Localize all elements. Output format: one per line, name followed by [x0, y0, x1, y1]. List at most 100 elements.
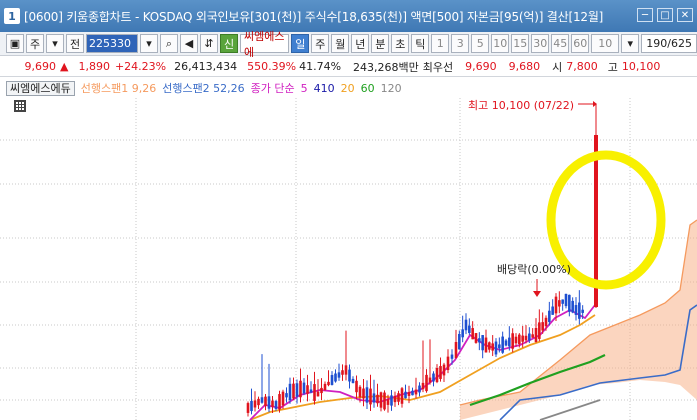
- ma120-line: [539, 399, 601, 420]
- candle-body: [571, 300, 574, 313]
- candle-body: [474, 333, 478, 343]
- candle-body: [407, 392, 411, 396]
- candle-body: [528, 333, 531, 341]
- candle-body: [450, 354, 454, 359]
- candle-body: [548, 310, 551, 322]
- candle-body: [508, 337, 511, 347]
- candle-body: [446, 356, 450, 371]
- candle-body: [281, 391, 285, 406]
- candle-body: [488, 342, 491, 350]
- candle-body: [439, 366, 442, 379]
- candle-body: [404, 391, 407, 399]
- candle-body: [337, 372, 341, 378]
- candle-body: [432, 373, 435, 382]
- candle-body: [464, 319, 468, 331]
- candle-body: [288, 383, 292, 401]
- candle-body: [390, 395, 393, 406]
- candle-body: [271, 400, 274, 407]
- candle-body: [355, 380, 358, 393]
- candle-body: [302, 382, 306, 394]
- candle-body: [504, 340, 508, 346]
- candle-body: [383, 392, 386, 410]
- candle-body: [327, 381, 330, 386]
- candle-body: [425, 374, 428, 392]
- candle-body: [267, 396, 271, 409]
- candle-body: [564, 293, 568, 307]
- candle-body: [260, 397, 264, 403]
- candle-body: [428, 377, 432, 383]
- candle-body: [274, 401, 278, 409]
- candle-body: [414, 389, 418, 395]
- candle-body: [309, 389, 313, 393]
- candle-body: [306, 385, 309, 394]
- candle-body: [561, 299, 564, 304]
- candle-body: [521, 335, 524, 342]
- candle-body: [568, 294, 571, 312]
- candle-body: [246, 403, 250, 413]
- candle-body: [418, 385, 421, 393]
- candle-body: [484, 337, 488, 353]
- candle-body: [518, 334, 521, 345]
- candle-body: [323, 383, 327, 391]
- candle-body: [411, 390, 414, 396]
- candle-body: [494, 341, 498, 355]
- candle-body: [334, 373, 337, 382]
- candle-body: [454, 342, 458, 358]
- candle-body: [393, 395, 397, 403]
- candle-body: [481, 335, 484, 351]
- candle-body: [538, 322, 541, 339]
- candle-body: [551, 306, 554, 315]
- candle-body: [501, 336, 504, 353]
- candle-body: [376, 394, 379, 404]
- candle-body: [491, 343, 494, 351]
- candle-body: [478, 338, 481, 343]
- high-annotation: 최고 10,100 (07/22): [468, 99, 574, 112]
- candle-body: [468, 325, 471, 333]
- candle-body: [372, 393, 376, 403]
- candle-body: [348, 369, 351, 382]
- candle-body: [369, 388, 372, 405]
- candle-body: [458, 333, 461, 350]
- candle-body: [574, 305, 578, 315]
- price-chart[interactable]: 최고 10,100 (07/22) 배당락(0.00%): [0, 0, 697, 420]
- candle-body: [471, 328, 474, 340]
- candle-body: [320, 387, 323, 394]
- dividend-arrow-head: [533, 291, 541, 297]
- candle-body: [541, 322, 544, 331]
- candle-body: [558, 300, 561, 307]
- candle-body: [365, 387, 369, 403]
- candle-body: [397, 393, 400, 402]
- candle-body: [534, 327, 538, 343]
- candle-body: [498, 344, 501, 349]
- candle-body: [264, 396, 267, 406]
- candle-body: [292, 383, 295, 399]
- candle-body: [400, 388, 404, 404]
- candle-body: [578, 302, 581, 319]
- candle-body: [524, 335, 528, 341]
- candle-body: [344, 365, 348, 375]
- candle-body: [330, 375, 334, 385]
- candle-body: [554, 296, 558, 314]
- candle-body: [514, 336, 518, 344]
- candle-body: [299, 380, 302, 398]
- candle-body: [313, 384, 316, 401]
- candle-body: [511, 333, 514, 349]
- candle-body: [278, 394, 281, 410]
- candle-body: [285, 393, 288, 398]
- candle-body: [421, 382, 425, 390]
- candle-body: [461, 329, 464, 338]
- candle-body: [379, 392, 383, 408]
- candle-body: [362, 388, 365, 399]
- candle-body: [341, 370, 344, 375]
- candle-body: [351, 378, 355, 384]
- candle-body: [544, 317, 548, 327]
- candle-body: [386, 399, 390, 405]
- candle-body: [531, 334, 534, 338]
- dividend-annotation: 배당락(0.00%): [497, 263, 571, 276]
- candle-body: [295, 383, 299, 397]
- candle-body: [581, 309, 584, 313]
- candle-body: [257, 398, 260, 406]
- candle-body: [442, 364, 446, 376]
- candle-body: [250, 400, 253, 412]
- candle-body: [253, 400, 257, 408]
